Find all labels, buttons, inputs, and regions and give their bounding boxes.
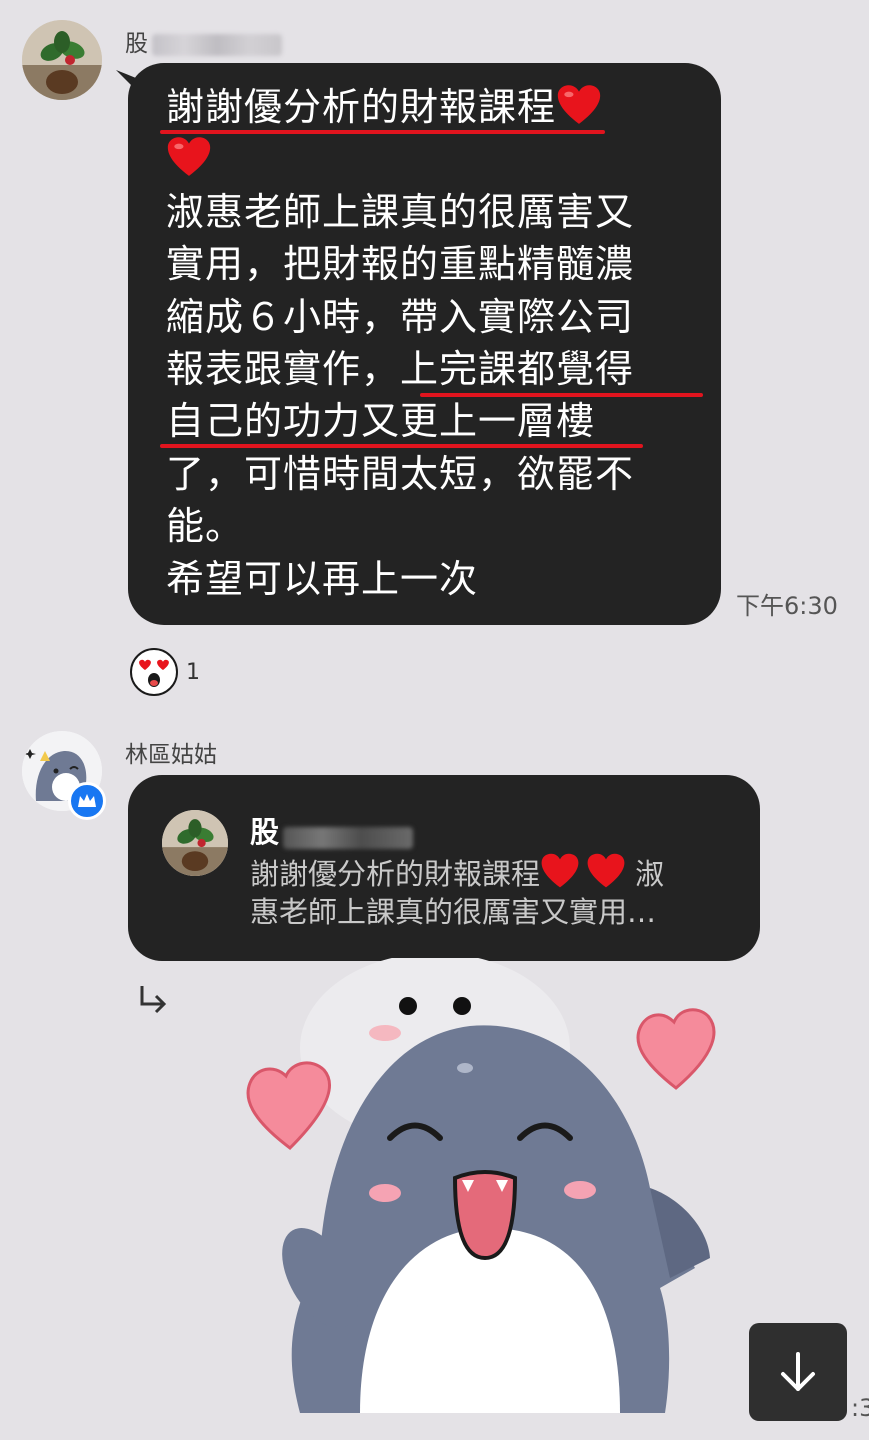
sender-avatar-plant[interactable] (22, 20, 102, 100)
scroll-to-bottom-button[interactable] (749, 1323, 847, 1421)
message-bubble[interactable]: 謝謝優分析的財報課程 淑惠老師上課真的很厲害又 實用，把財報的重點精髓濃 縮成６… (128, 63, 721, 625)
quoted-text: 謝謝優分析的財報課程 淑 惠老師上課真的很厲害又實用… (250, 853, 730, 931)
crown-icon (78, 794, 96, 807)
highlight-underline (420, 393, 703, 397)
shark-heart-sticker[interactable] (240, 953, 740, 1413)
message-text: 謝謝優分析的財報課程 淑惠老師上課真的很厲害又 實用，把財報的重點精髓濃 縮成６… (166, 85, 635, 601)
partial-timestamp: :3 (851, 1394, 869, 1422)
quoted-author: 股 (250, 809, 414, 851)
reply-arrow-icon[interactable] (136, 982, 170, 1020)
blurred-name (152, 33, 282, 56)
heart-icon (587, 853, 625, 888)
reply-bubble[interactable]: 股 謝謝優分析的財報課程 淑 惠老師上課真的很厲害又實用… (128, 775, 760, 961)
heart-icon (557, 85, 601, 124)
quoted-avatar-plant (162, 810, 228, 876)
heart-icon (541, 853, 579, 888)
message-timestamp: 下午6:30 (736, 592, 838, 620)
heart-eyes-face-icon (130, 648, 178, 696)
heart-icon (167, 137, 211, 177)
reaction-badge[interactable]: 1 (130, 648, 200, 696)
verified-badge (68, 782, 106, 820)
highlight-underline (160, 444, 643, 448)
arrow-down-icon (781, 1352, 815, 1391)
sender-name: 林區姑姑 (125, 742, 217, 768)
highlight-underline (160, 130, 605, 134)
reaction-count: 1 (186, 659, 200, 685)
sender-name: 股 (125, 24, 282, 58)
